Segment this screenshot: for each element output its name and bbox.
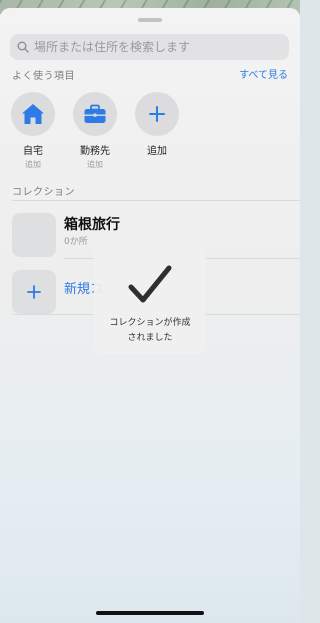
collection-subtitle: 0か所 bbox=[64, 237, 88, 247]
plus-icon bbox=[27, 285, 41, 299]
home-icon bbox=[11, 92, 55, 136]
favorite-work[interactable]: 勤務先 追加 bbox=[72, 92, 118, 170]
see-all-link[interactable]: すべて見る bbox=[239, 66, 288, 81]
home-indicator[interactable] bbox=[96, 611, 204, 615]
favorite-subtitle: 追加 bbox=[25, 160, 41, 169]
favorite-subtitle: 追加 bbox=[87, 160, 103, 169]
favorite-home[interactable]: 自宅 追加 bbox=[10, 92, 56, 170]
new-collection-thumbnail bbox=[8, 266, 56, 314]
search-bar[interactable] bbox=[10, 34, 289, 60]
collections-section-label: コレクション bbox=[12, 187, 75, 198]
checkmark-icon bbox=[127, 262, 173, 312]
favorite-title: 自宅 bbox=[23, 146, 43, 157]
sheet-grabber[interactable] bbox=[138, 18, 162, 22]
toast-message-line1: コレクションが作成 bbox=[109, 318, 191, 328]
favorite-title: 勤務先 bbox=[80, 146, 110, 157]
toast-message: コレクションが作成 されました bbox=[94, 316, 206, 346]
collection-created-toast: コレクションが作成 されました bbox=[94, 242, 206, 354]
search-icon bbox=[17, 41, 29, 53]
collection-title: 箱根旅行 bbox=[64, 217, 120, 233]
divider bbox=[12, 200, 300, 201]
search-input[interactable] bbox=[34, 40, 274, 54]
collection-thumbnail bbox=[8, 209, 56, 257]
favorite-title: 追加 bbox=[147, 146, 167, 157]
favorite-add[interactable]: 追加 bbox=[134, 92, 180, 159]
briefcase-icon bbox=[73, 92, 117, 136]
plus-icon bbox=[135, 92, 179, 136]
favorites-section-label: よく使う項目 bbox=[12, 71, 75, 82]
toast-message-line2: されました bbox=[127, 333, 173, 343]
